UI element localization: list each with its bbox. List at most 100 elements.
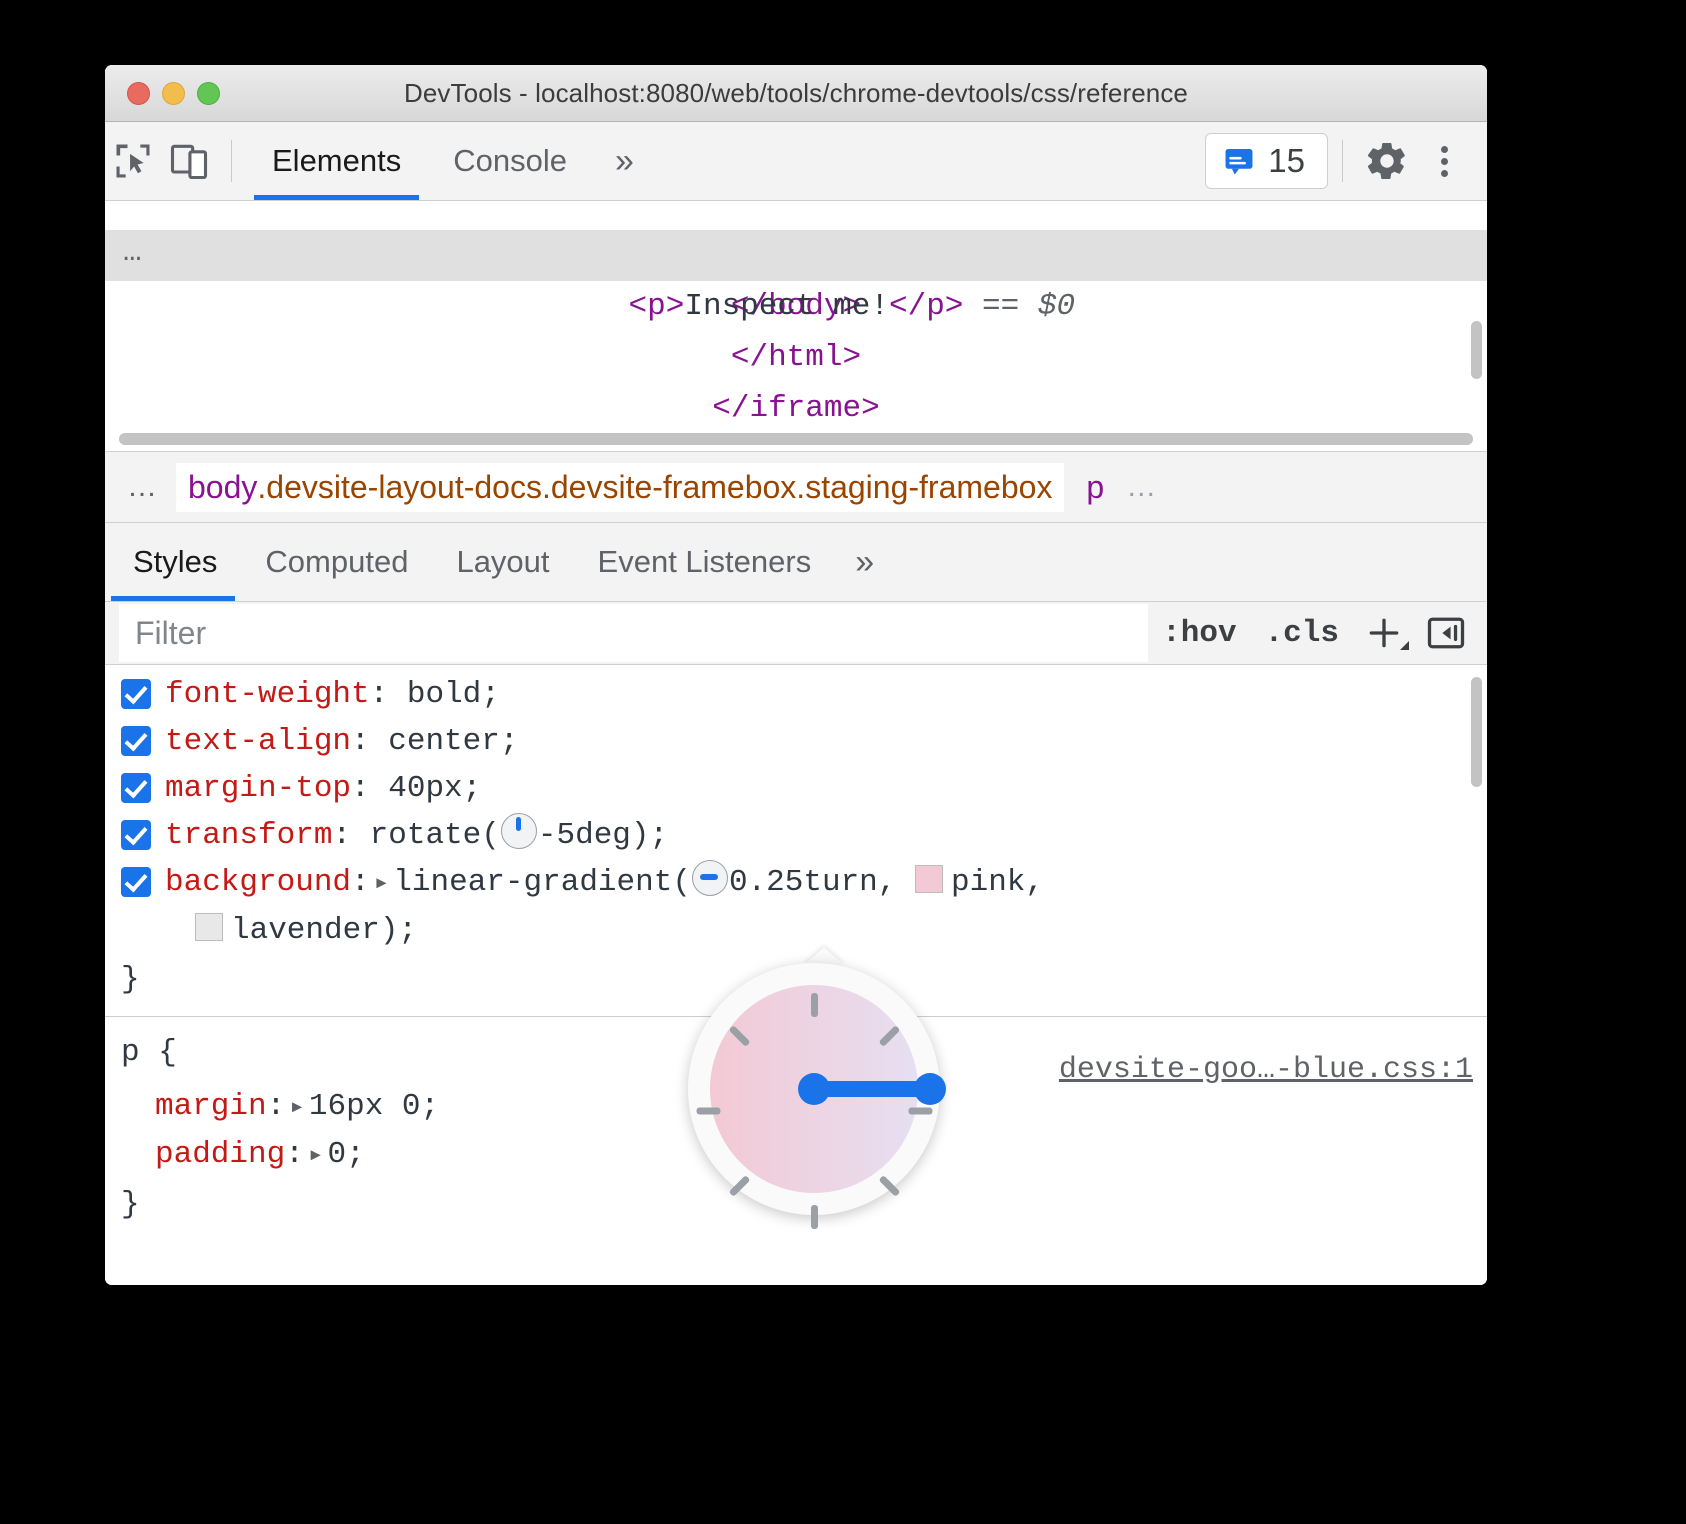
close-window-button[interactable]: [127, 82, 150, 105]
gradient-prefix: linear-gradient(: [393, 865, 691, 900]
more-sidebar-tabs-chevron-icon[interactable]: »: [835, 523, 894, 601]
declaration-checkbox[interactable]: [121, 726, 151, 756]
tab-elements[interactable]: Elements: [246, 122, 427, 200]
property-value[interactable]: 40px;: [388, 771, 481, 806]
breadcrumb: … body.devsite-layout-docs.devsite-frame…: [105, 451, 1487, 523]
property-value[interactable]: 0;: [328, 1137, 365, 1172]
style-rule-inline: font-weight: bold; text-align: center; m…: [105, 665, 1487, 1016]
declaration-margin-top[interactable]: margin-top: 40px;: [105, 765, 1487, 812]
declaration-checkbox[interactable]: [121, 820, 151, 850]
dial-tick: [908, 1108, 932, 1115]
dom-tree-horizontal-scrollbar[interactable]: [119, 433, 1473, 445]
tab-layout-label: Layout: [456, 544, 549, 580]
dial-tick: [728, 1025, 750, 1047]
hov-button[interactable]: :hov: [1148, 616, 1250, 651]
panel-tabs: Elements Console »: [246, 122, 656, 200]
breadcrumb-item-body[interactable]: body.devsite-layout-docs.devsite-framebo…: [176, 463, 1064, 512]
value-prefix: rotate(: [370, 818, 500, 853]
message-count-button[interactable]: 15: [1205, 133, 1328, 189]
dom-line-style[interactable]: <style>…</style>: [105, 201, 1487, 230]
rotate-angle-swatch-icon[interactable]: [501, 813, 537, 849]
property-name[interactable]: transform: [165, 818, 332, 853]
tab-elements-label: Elements: [272, 143, 401, 179]
toolbar-divider: [231, 140, 232, 182]
declaration-transform[interactable]: transform: rotate(-5deg);: [105, 812, 1487, 859]
dom-tree-vertical-scrollbar[interactable]: [1471, 321, 1482, 379]
window-title: DevTools - localhost:8080/web/tools/chro…: [105, 78, 1487, 109]
property-name[interactable]: text-align: [165, 724, 351, 759]
more-tabs-chevron-icon[interactable]: »: [593, 122, 656, 200]
property-value[interactable]: center;: [388, 724, 518, 759]
devtools-toolbar: Elements Console » 15: [105, 122, 1487, 201]
p-open-tag: <p>: [629, 289, 685, 324]
dom-line-iframe-close[interactable]: </iframe>: [105, 383, 1487, 434]
toolbar-divider-2: [1342, 140, 1343, 182]
styles-pane[interactable]: font-weight: bold; text-align: center; m…: [105, 665, 1487, 1285]
tab-event-listeners[interactable]: Event Listeners: [574, 523, 836, 601]
dial-tick: [811, 993, 818, 1017]
new-rule-dropdown-arrow-icon[interactable]: [1400, 641, 1409, 650]
gradient-angle-swatch-icon[interactable]: [692, 860, 728, 896]
minimize-window-button[interactable]: [162, 82, 185, 105]
dollar-zero-ref: $0: [1038, 289, 1075, 324]
message-icon: [1222, 144, 1256, 178]
dom-line-selected[interactable]: …<p>Inspect me!</p> == $0: [105, 230, 1487, 281]
tab-console[interactable]: Console: [427, 122, 593, 200]
color-swatch-lavender[interactable]: [195, 913, 223, 941]
breadcrumb-element-name: body: [188, 469, 257, 506]
value-suffix[interactable]: -5deg);: [538, 818, 668, 853]
property-name[interactable]: background: [165, 865, 351, 900]
breadcrumb-item-p[interactable]: p: [1064, 469, 1126, 506]
inspect-cursor-icon[interactable]: [105, 133, 161, 189]
property-name[interactable]: font-weight: [165, 677, 370, 712]
property-value[interactable]: 16px 0;: [309, 1089, 439, 1124]
tab-computed[interactable]: Computed: [241, 523, 432, 601]
tab-styles[interactable]: Styles: [105, 523, 241, 601]
tab-event-listeners-label: Event Listeners: [598, 544, 812, 580]
expand-triangle-icon[interactable]: ▸: [370, 868, 394, 898]
p-text-content: Inspect me!: [684, 289, 889, 324]
declaration-checkbox[interactable]: [121, 773, 151, 803]
tab-styles-label: Styles: [133, 544, 217, 580]
breadcrumb-classes: .devsite-layout-docs.devsite-framebox.st…: [257, 469, 1052, 506]
gradient-color-2[interactable]: lavender);: [231, 913, 417, 948]
tab-console-label: Console: [453, 143, 567, 179]
dial-tick: [696, 1108, 720, 1115]
gear-icon[interactable]: [1357, 131, 1417, 191]
window-titlebar: DevTools - localhost:8080/web/tools/chro…: [105, 65, 1487, 122]
property-value[interactable]: bold;: [407, 677, 500, 712]
property-name[interactable]: margin: [155, 1089, 267, 1124]
sidebar-tabs: Styles Computed Layout Event Listeners »: [105, 523, 1487, 602]
declaration-background-continued[interactable]: lavender);: [105, 907, 1487, 954]
styles-filter-bar: :hov .cls: [105, 602, 1487, 665]
dom-tree[interactable]: <style>…</style> …<p>Inspect me!</p> == …: [105, 201, 1487, 451]
declaration-background[interactable]: background:▸linear-gradient(0.25turn, pi…: [105, 859, 1487, 907]
declaration-font-weight[interactable]: font-weight: bold;: [105, 671, 1487, 718]
dom-row-ellipsis[interactable]: …: [123, 230, 145, 281]
cls-button[interactable]: .cls: [1251, 616, 1353, 651]
declaration-checkbox[interactable]: [121, 867, 151, 897]
tab-computed-label: Computed: [265, 544, 408, 580]
breadcrumb-trailing-ellipsis[interactable]: …: [1126, 470, 1159, 504]
toolbar-right-group: 15: [1205, 131, 1487, 191]
toggle-sidebar-icon[interactable]: [1415, 611, 1477, 655]
breadcrumb-overflow-ellipsis[interactable]: …: [105, 470, 176, 504]
declaration-text-align[interactable]: text-align: center;: [105, 718, 1487, 765]
property-name[interactable]: padding: [155, 1137, 285, 1172]
gradient-color-1[interactable]: pink,: [951, 865, 1044, 900]
declaration-checkbox[interactable]: [121, 679, 151, 709]
expand-triangle-icon[interactable]: ▸: [285, 1092, 309, 1122]
angle-picker-gradient-preview[interactable]: [710, 985, 918, 1193]
expand-triangle-icon[interactable]: ▸: [304, 1140, 328, 1170]
property-name[interactable]: margin-top: [165, 771, 351, 806]
device-toolbar-icon[interactable]: [161, 133, 217, 189]
gradient-angle-text[interactable]: 0.25turn,: [729, 865, 915, 900]
maximize-window-button[interactable]: [197, 82, 220, 105]
stylesheet-source-link[interactable]: devsite-goo…-blue.css:1: [1059, 1053, 1473, 1087]
dial-tick: [878, 1025, 900, 1047]
kebab-menu-icon[interactable]: [1417, 131, 1471, 191]
color-swatch-pink[interactable]: [915, 865, 943, 893]
filter-input[interactable]: [119, 604, 1148, 662]
new-style-rule-button[interactable]: [1353, 614, 1415, 652]
tab-layout[interactable]: Layout: [432, 523, 573, 601]
